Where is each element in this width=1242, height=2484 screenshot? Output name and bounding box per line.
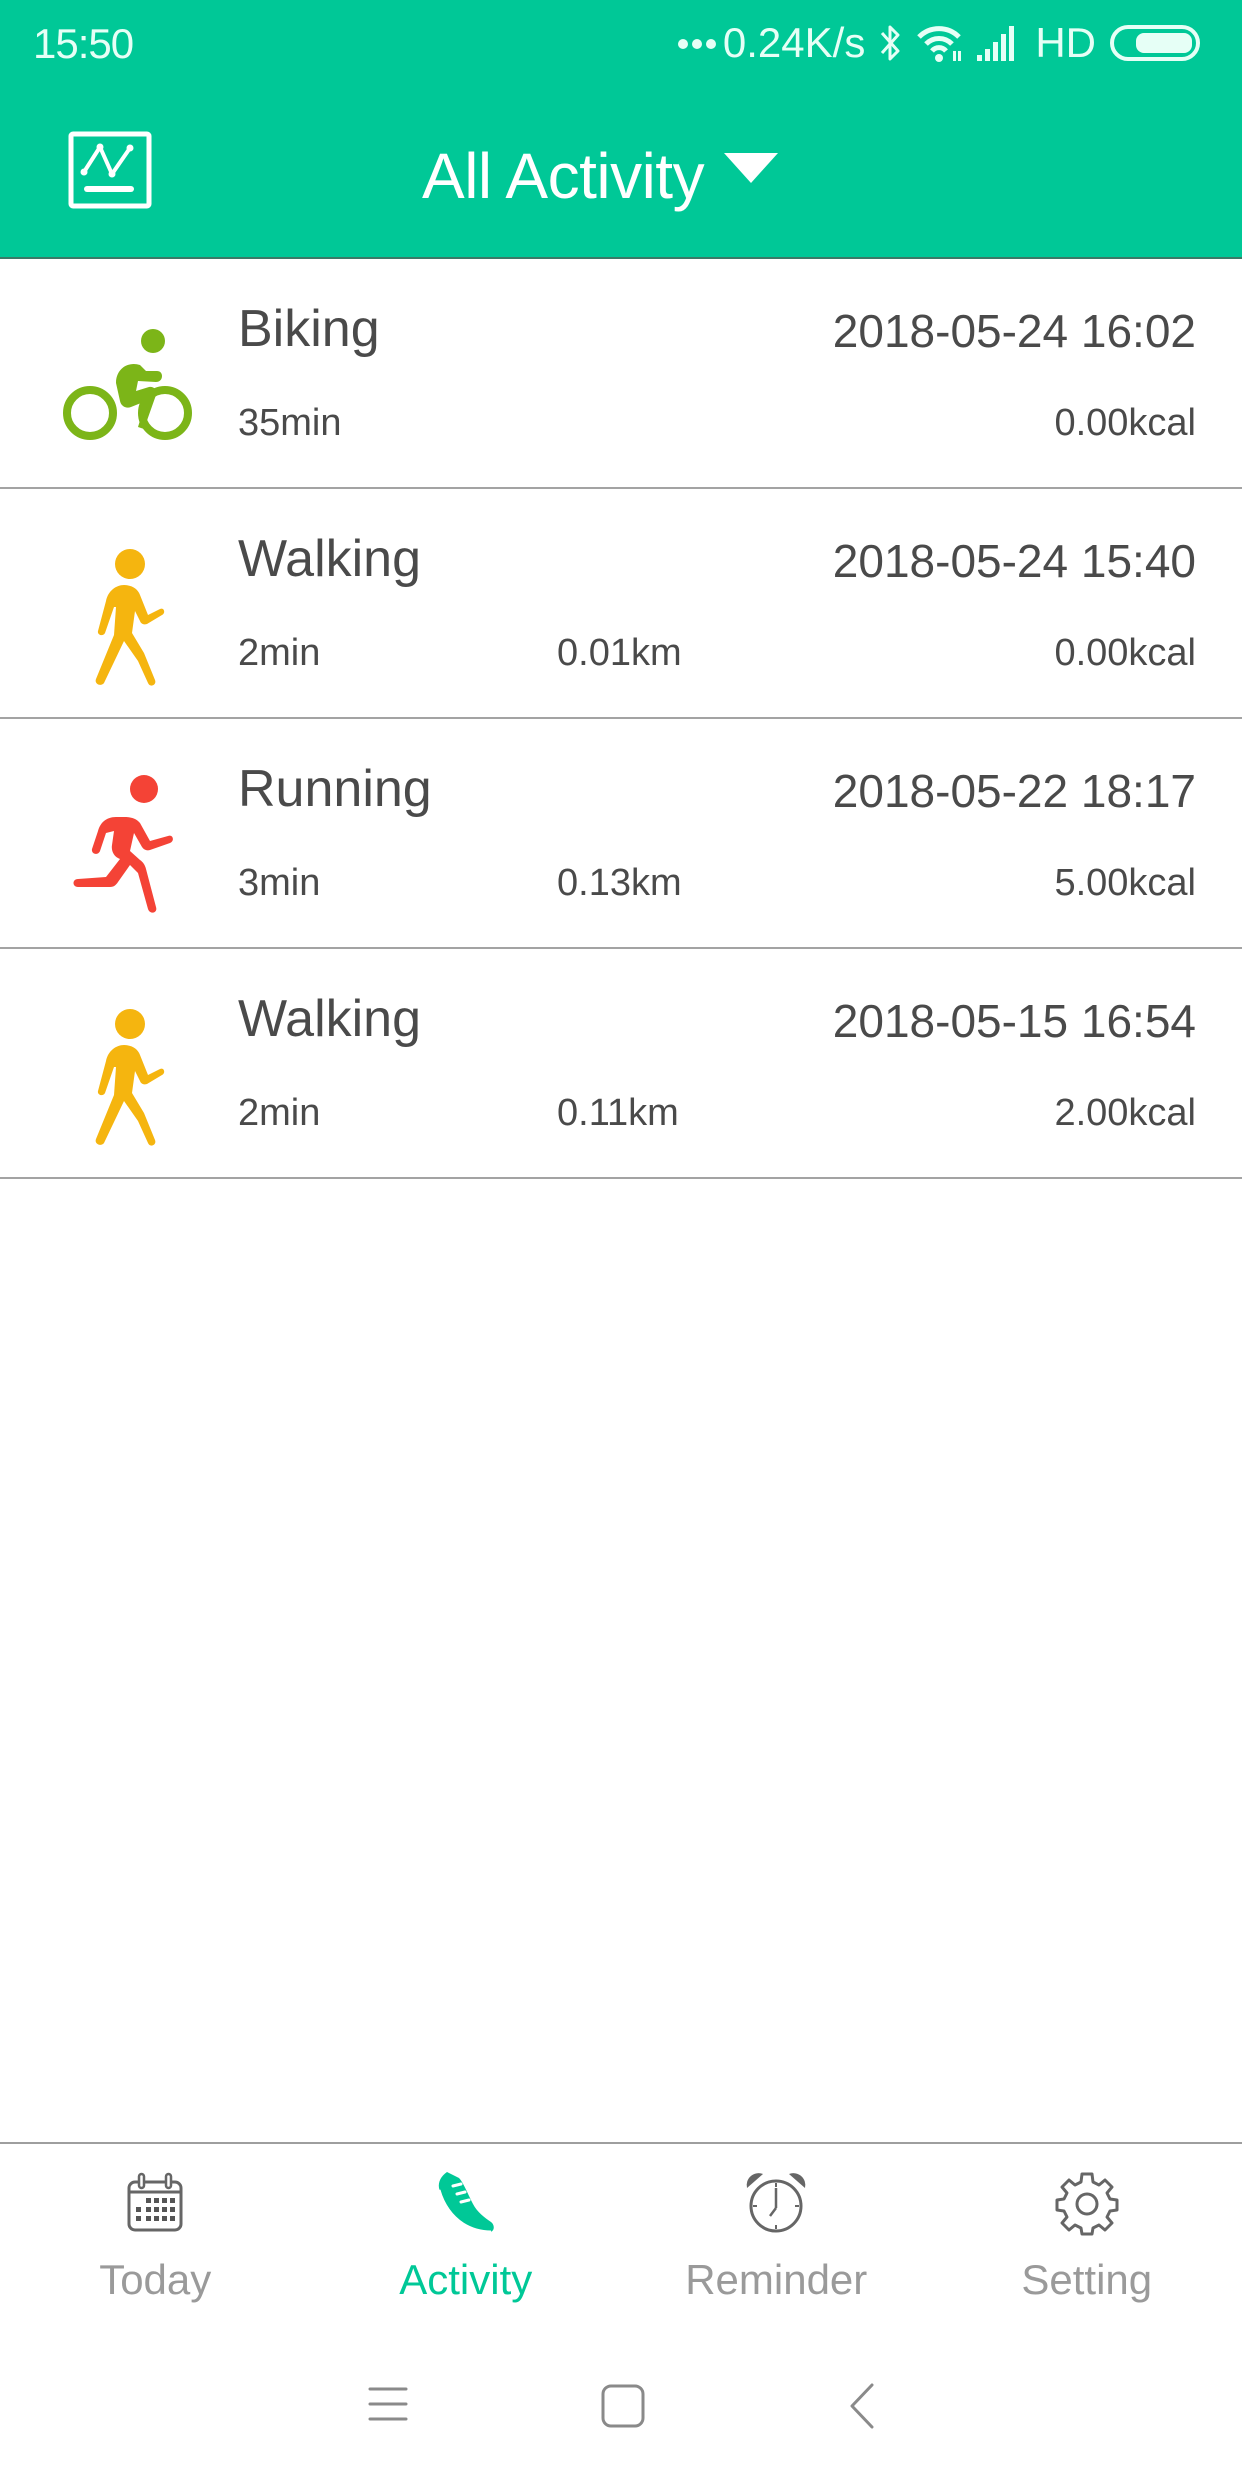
activity-list: Biking 2018-05-24 16:02 35min 0.00kcal W… [0, 259, 1242, 1179]
activity-datetime: 2018-05-24 16:02 [832, 305, 1196, 357]
activity-datetime: 2018-05-22 18:17 [832, 765, 1196, 817]
walking-icon [58, 539, 202, 689]
activity-duration: 3min [238, 862, 321, 904]
activity-datetime: 2018-05-15 16:54 [832, 995, 1196, 1047]
tab-activity[interactable]: Activity [311, 2144, 622, 2320]
activity-calories: 0.00kcal [1054, 402, 1196, 444]
tab-setting[interactable]: Setting [932, 2144, 1242, 2320]
activity-distance: 0.01km [557, 632, 682, 674]
more-dots-icon [677, 36, 717, 50]
activity-distance: 0.11km [557, 1092, 679, 1134]
tab-today[interactable]: Today [0, 2144, 311, 2320]
network-type: HD [1035, 19, 1096, 66]
caret-down-icon [724, 153, 779, 183]
activity-calories: 2.00kcal [1054, 1092, 1196, 1134]
activity-type: Walking [238, 990, 422, 1048]
biking-icon [58, 309, 202, 459]
activity-datetime: 2018-05-24 15:40 [832, 535, 1196, 587]
alarm-clock-icon [743, 2170, 809, 2236]
status-time: 15:50 [33, 20, 134, 67]
activity-row[interactable]: Running 2018-05-22 18:17 3min 0.13km 5.0… [0, 719, 1242, 949]
activity-calories: 0.00kcal [1054, 632, 1196, 674]
activity-calories: 5.00kcal [1054, 862, 1196, 904]
tab-label: Today [99, 2256, 212, 2303]
back-icon[interactable] [846, 2382, 878, 2430]
activity-distance: 0.13km [557, 862, 682, 904]
activity-type: Running [238, 760, 432, 818]
activity-type: Biking [238, 300, 380, 358]
network-speed: 0.24K/s [722, 19, 866, 66]
tab-label: Setting [1021, 2256, 1153, 2303]
activity-filter-dropdown[interactable]: All Activity [422, 138, 779, 214]
bottom-tab-bar: Today Activity Reminder Setting [0, 2142, 1242, 2322]
page-title: All Activity [422, 140, 705, 212]
signal-icon [977, 25, 1021, 61]
menu-icon[interactable] [366, 2384, 410, 2424]
walking-icon [58, 999, 202, 1149]
shoe-icon [433, 2170, 499, 2236]
activity-row[interactable]: Walking 2018-05-24 15:40 2min 0.01km 0.0… [0, 489, 1242, 719]
activity-duration: 35min [238, 402, 342, 444]
activity-type: Walking [238, 530, 422, 588]
tab-reminder[interactable]: Reminder [621, 2144, 932, 2320]
activity-duration: 2min [238, 1092, 321, 1134]
activity-duration: 2min [238, 632, 321, 674]
activity-row[interactable]: Biking 2018-05-24 16:02 35min 0.00kcal [0, 259, 1242, 489]
chart-icon[interactable] [68, 131, 152, 209]
tab-label: Reminder [685, 2256, 868, 2303]
activity-row[interactable]: Walking 2018-05-15 16:54 2min 0.11km 2.0… [0, 949, 1242, 1179]
calendar-icon [122, 2170, 188, 2236]
running-icon [58, 769, 202, 919]
bluetooth-icon [879, 22, 901, 64]
home-icon[interactable] [600, 2383, 646, 2429]
app-header: 15:50 0.24K/s HD All Activity [0, 0, 1242, 257]
gear-icon [1054, 2170, 1120, 2236]
tab-label: Activity [399, 2256, 533, 2303]
status-icons: 0.24K/s HD [677, 18, 1202, 68]
system-nav-bar [0, 2320, 1242, 2484]
battery-icon [1110, 23, 1202, 63]
wifi-icon [915, 23, 963, 63]
